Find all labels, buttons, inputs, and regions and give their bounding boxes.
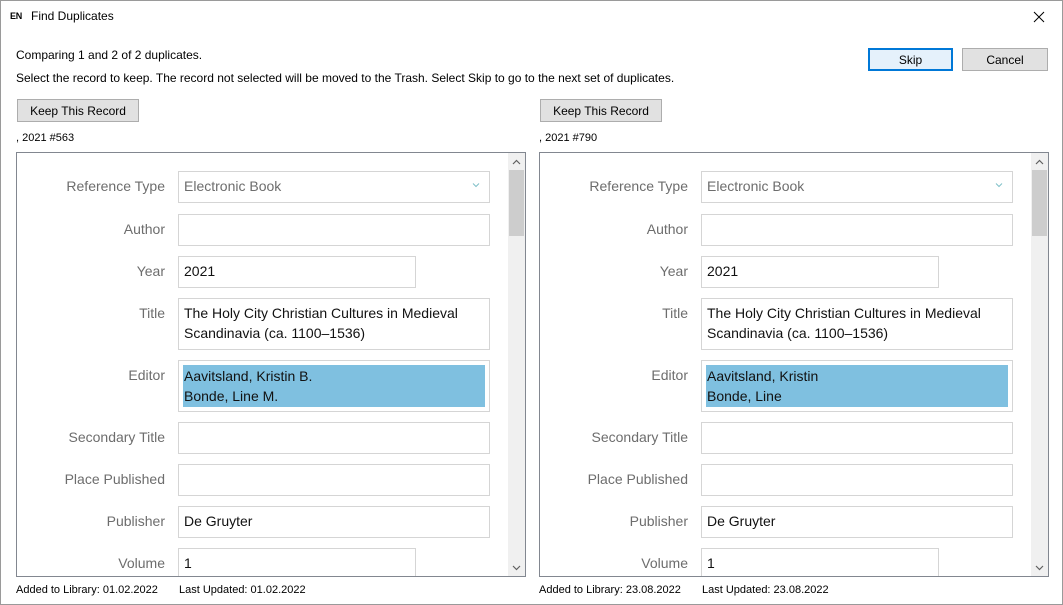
updated-date-left: Last Updated: 01.02.2022: [179, 584, 306, 596]
updated-date-right: Last Updated: 23.08.2022: [702, 584, 829, 596]
publisher-label: Publisher: [629, 513, 688, 529]
added-date-right: Added to Library: 23.08.2022: [539, 584, 681, 596]
volume-label: Volume: [118, 555, 165, 571]
keep-this-record-button-left[interactable]: Keep This Record: [17, 99, 139, 122]
scroll-down-button[interactable]: [1031, 559, 1048, 576]
reference-type-label: Reference Type: [66, 178, 165, 194]
title-line: Scandinavia (ca. 1100–1536): [707, 325, 889, 341]
record-panel-right: Reference Type Electronic Book Author Ye…: [539, 152, 1049, 577]
place-published-label: Place Published: [587, 471, 688, 487]
app-language-icon: EN: [10, 11, 22, 21]
editor-selection-highlight: Aavitsland, Kristin B. Bonde, Line M.: [183, 365, 485, 407]
reference-type-value: Electronic Book: [184, 178, 282, 194]
scrollbar-thumb[interactable]: [509, 170, 524, 236]
scroll-down-icon: [1035, 565, 1044, 570]
chevron-down-icon: [472, 183, 480, 188]
publisher-field[interactable]: De Gruyter: [178, 506, 490, 538]
scroll-up-icon: [512, 159, 521, 164]
title-line: Scandinavia (ca. 1100–1536): [184, 325, 366, 341]
reference-type-value: Electronic Book: [707, 178, 805, 194]
secondary-title-label: Secondary Title: [591, 429, 689, 445]
scroll-up-button[interactable]: [508, 153, 525, 170]
place-published-label: Place Published: [64, 471, 165, 487]
year-label: Year: [136, 263, 165, 279]
scroll-up-button[interactable]: [1031, 153, 1048, 170]
editor-selection-highlight: Aavitsland, Kristin Bonde, Line: [706, 365, 1008, 407]
close-icon: [1033, 11, 1045, 22]
title-field[interactable]: The Holy City Christian Cultures in Medi…: [178, 298, 490, 350]
secondary-title-field[interactable]: [701, 422, 1013, 454]
vertical-scrollbar-left[interactable]: [508, 153, 525, 576]
author-field[interactable]: [178, 214, 490, 246]
reference-type-label: Reference Type: [589, 178, 688, 194]
vertical-scrollbar-right[interactable]: [1031, 153, 1048, 576]
added-date-left: Added to Library: 01.02.2022: [16, 584, 158, 596]
record-id-left: , 2021 #563: [16, 132, 75, 144]
record-id-right: , 2021 #790: [539, 132, 598, 144]
author-label: Author: [646, 221, 688, 237]
close-button[interactable]: [1016, 1, 1062, 32]
editor-line: Aavitsland, Kristin B.: [184, 368, 313, 384]
skip-button[interactable]: Skip: [868, 48, 953, 71]
editor-line: Bonde, Line: [707, 388, 782, 404]
editor-field[interactable]: Aavitsland, Kristin Bonde, Line: [701, 360, 1013, 412]
title-label: Title: [139, 305, 165, 321]
year-field[interactable]: 2021: [701, 256, 939, 288]
editor-line: Bonde, Line M.: [184, 388, 279, 404]
title-bar: EN Find Duplicates: [1, 1, 1062, 32]
find-duplicates-window: EN Find Duplicates Comparing 1 and 2 of …: [0, 0, 1063, 605]
secondary-title-label: Secondary Title: [68, 429, 166, 445]
reference-type-select[interactable]: Electronic Book: [178, 171, 490, 203]
place-published-field[interactable]: [178, 464, 490, 496]
publisher-label: Publisher: [106, 513, 165, 529]
scrollbar-thumb[interactable]: [1032, 170, 1047, 236]
record-panel-left: Reference Type Electronic Book Author Ye…: [16, 152, 526, 577]
chevron-down-icon: [995, 183, 1003, 188]
place-published-field[interactable]: [701, 464, 1013, 496]
publisher-field[interactable]: De Gruyter: [701, 506, 1013, 538]
year-field[interactable]: 2021: [178, 256, 416, 288]
scroll-down-icon: [512, 565, 521, 570]
reference-type-select[interactable]: Electronic Book: [701, 171, 1013, 203]
instructions-text: Select the record to keep. The record no…: [16, 71, 675, 85]
year-label: Year: [659, 263, 688, 279]
title-label: Title: [662, 305, 688, 321]
scroll-up-icon: [1035, 159, 1044, 164]
cancel-button[interactable]: Cancel: [962, 48, 1048, 71]
record-fields-right: Reference Type Electronic Book Author Ye…: [540, 153, 1032, 576]
volume-field[interactable]: 1: [178, 548, 416, 576]
editor-label: Editor: [651, 367, 688, 383]
editor-label: Editor: [128, 367, 165, 383]
secondary-title-field[interactable]: [178, 422, 490, 454]
title-line: The Holy City Christian Cultures in Medi…: [707, 305, 981, 321]
volume-label: Volume: [641, 555, 688, 571]
window-title: Find Duplicates: [31, 9, 114, 23]
author-field[interactable]: [701, 214, 1013, 246]
comparing-status: Comparing 1 and 2 of 2 duplicates.: [16, 48, 203, 62]
scroll-down-button[interactable]: [508, 559, 525, 576]
title-field[interactable]: The Holy City Christian Cultures in Medi…: [701, 298, 1013, 350]
volume-field[interactable]: 1: [701, 548, 939, 576]
editor-line: Aavitsland, Kristin: [707, 368, 819, 384]
record-fields-left: Reference Type Electronic Book Author Ye…: [17, 153, 509, 576]
title-line: The Holy City Christian Cultures in Medi…: [184, 305, 458, 321]
keep-this-record-button-right[interactable]: Keep This Record: [540, 99, 662, 122]
author-label: Author: [123, 221, 165, 237]
editor-field[interactable]: Aavitsland, Kristin B. Bonde, Line M.: [178, 360, 490, 412]
